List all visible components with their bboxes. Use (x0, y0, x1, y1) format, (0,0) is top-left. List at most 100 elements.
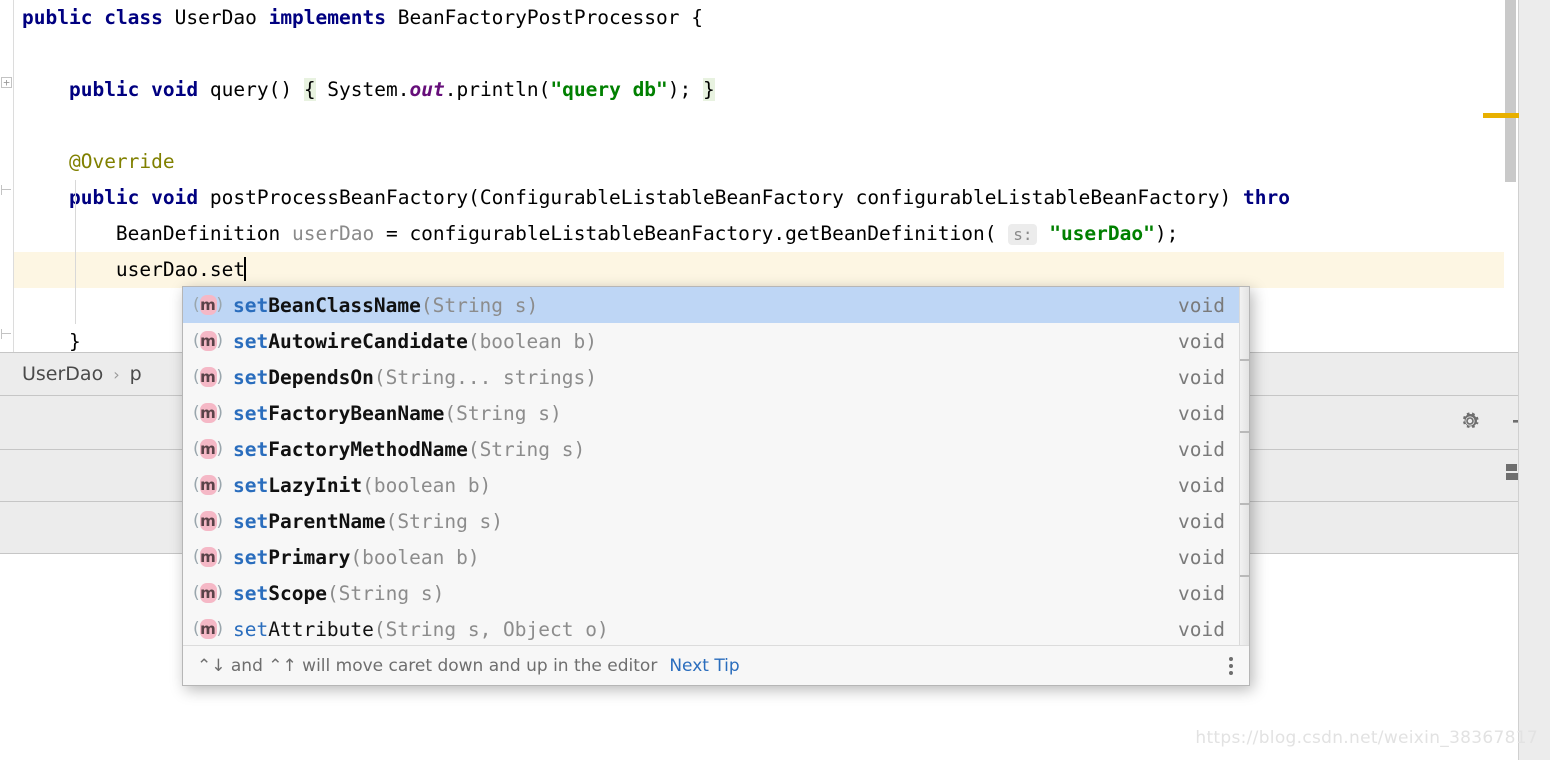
completion-item-prefix: set (233, 545, 269, 569)
completion-item[interactable]: (m) set Attribute (String s, Object o) void (183, 611, 1241, 647)
breadcrumb-item-class[interactable]: UserDao (22, 363, 103, 385)
ide-window: + public class UserDao implements BeanFa… (0, 0, 1550, 760)
code-token: BeanDefinition (22, 222, 293, 245)
completion-item-name: LazyInit (268, 473, 363, 497)
breadcrumb-separator-icon: › (113, 364, 120, 384)
method-icon: (m) (193, 367, 223, 387)
completion-item-name: Primary (268, 545, 351, 569)
code-token-brc: } (703, 78, 715, 101)
completion-item[interactable]: (m) set LazyInit (boolean b) void (183, 467, 1241, 503)
completion-item-name: AutowireCandidate (268, 329, 468, 353)
code-token-kw: thro (1243, 186, 1290, 209)
editor-scrollbar-thumb[interactable] (1505, 0, 1516, 182)
code-token-kw: public (68, 78, 140, 101)
completion-scrollbar[interactable] (1239, 287, 1249, 649)
fold-marker-collapse-1[interactable] (1, 185, 12, 196)
method-icon: (m) (193, 295, 223, 315)
completion-item-signature: (String s) (420, 293, 539, 317)
text-caret (244, 257, 247, 281)
next-tip-link[interactable]: Next Tip (669, 656, 739, 676)
completion-item-return-type: void (1178, 581, 1225, 605)
code-token-fld: out (409, 78, 445, 101)
code-line[interactable]: public class UserDao implements BeanFact… (22, 0, 703, 36)
completion-item-return-type: void (1178, 329, 1225, 353)
editor-change-marker[interactable] (1483, 113, 1519, 118)
editor-right-strip (1518, 0, 1550, 352)
completion-list[interactable]: (m) set BeanClassName (String s) void(m) set A… (183, 287, 1241, 647)
indent-guide (75, 180, 76, 324)
code-token-local: userDao (292, 222, 375, 245)
code-token: userDao.set (22, 258, 246, 281)
completion-item-signature: (String s) (467, 437, 586, 461)
code-line[interactable]: } (22, 324, 81, 352)
completion-item[interactable]: (m) set Primary (boolean b) void (183, 539, 1241, 575)
code-token-kw: implements (268, 6, 386, 29)
code-token: query() (198, 78, 304, 101)
completion-item-name: FactoryMethodName (268, 437, 468, 461)
editor-gutter[interactable]: + (0, 0, 14, 352)
completion-item-signature: (boolean b) (467, 329, 597, 353)
completion-item-name: DependsOn (268, 365, 374, 389)
completion-item-signature: (boolean b) (362, 473, 492, 497)
completion-item[interactable]: (m) set DependsOn (String... strings) void (183, 359, 1241, 395)
completion-item-prefix: set (233, 617, 269, 641)
completion-item-signature: (String s) (385, 509, 504, 533)
completion-item-return-type: void (1178, 617, 1225, 641)
breadcrumb-item-method[interactable]: p (130, 363, 142, 385)
code-line[interactable]: public void query() { System.out.println… (22, 72, 715, 108)
completion-item-return-type: void (1178, 545, 1225, 569)
method-icon: (m) (193, 439, 223, 459)
completion-item-prefix: set (233, 365, 269, 389)
completion-item[interactable]: (m) set BeanClassName (String s) void (183, 287, 1241, 323)
more-options-icon[interactable] (1229, 654, 1233, 678)
scrollbar-tick (1240, 431, 1249, 433)
gear-icon[interactable] (1458, 409, 1482, 437)
completion-tip-text: ⌃↓ and ⌃↑ will move caret down and up in… (197, 655, 658, 676)
code-token: postProcessBeanFactory(ConfigurableLista… (198, 186, 1243, 209)
code-line[interactable]: BeanDefinition userDao = configurableLis… (22, 216, 1178, 252)
completion-footer: ⌃↓ and ⌃↑ will move caret down and up in… (183, 645, 1249, 685)
completion-item-prefix: set (233, 401, 269, 425)
method-icon: (m) (193, 583, 223, 603)
method-icon: (m) (193, 475, 223, 495)
completion-item-name: BeanClassName (268, 293, 421, 317)
method-icon: (m) (193, 547, 223, 567)
code-token-str: "userDao" (1049, 222, 1155, 245)
right-tool-rail[interactable] (1518, 352, 1550, 760)
completion-item[interactable]: (m) set ParentName (String s) void (183, 503, 1241, 539)
code-token: .println( (444, 78, 551, 101)
code-token: UserDao (162, 6, 269, 29)
completion-item-signature: (String... strings) (373, 365, 597, 389)
fold-marker-expand[interactable]: + (1, 77, 12, 88)
code-token-kw: public (22, 6, 93, 29)
code-token: ); (667, 78, 704, 101)
code-line[interactable]: userDao.set (22, 252, 247, 288)
scrollbar-tick (1240, 503, 1249, 505)
completion-item[interactable]: (m) set AutowireCandidate (boolean b) void (183, 323, 1241, 359)
completion-item[interactable]: (m) set FactoryBeanName (String s) void (183, 395, 1241, 431)
code-token-phint: s: (1008, 224, 1038, 245)
completion-item[interactable]: (m) set FactoryMethodName (String s) void (183, 431, 1241, 467)
scrollbar-tick (1240, 359, 1249, 361)
completion-item-return-type: void (1178, 473, 1225, 497)
completion-item-signature: (String s) (326, 581, 445, 605)
code-line[interactable]: @Override (22, 144, 175, 180)
completion-item-prefix: set (233, 581, 269, 605)
code-token-str: "query db" (550, 78, 668, 101)
completion-item-prefix: set (233, 293, 269, 317)
completion-item-prefix: set (233, 509, 269, 533)
completion-item-signature: (String s, Object o) (373, 617, 609, 641)
fold-marker-collapse-2[interactable] (1, 329, 12, 340)
completion-item-name: FactoryBeanName (268, 401, 445, 425)
method-icon: (m) (193, 403, 223, 423)
code-completion-popup[interactable]: (m) set BeanClassName (String s) void(m) set A… (182, 286, 1250, 686)
watermark: https://blog.csdn.net/weixin_38367817 (1195, 728, 1538, 748)
completion-item[interactable]: (m) set Scope (String s) void (183, 575, 1241, 611)
code-token: System. (315, 78, 410, 101)
completion-item-signature: (boolean b) (350, 545, 480, 569)
code-token: = configurableListableBeanFactory.getBea… (374, 222, 1009, 245)
code-line[interactable]: public void postProcessBeanFactory(Confi… (22, 180, 1290, 216)
completion-item-prefix: set (233, 437, 269, 461)
